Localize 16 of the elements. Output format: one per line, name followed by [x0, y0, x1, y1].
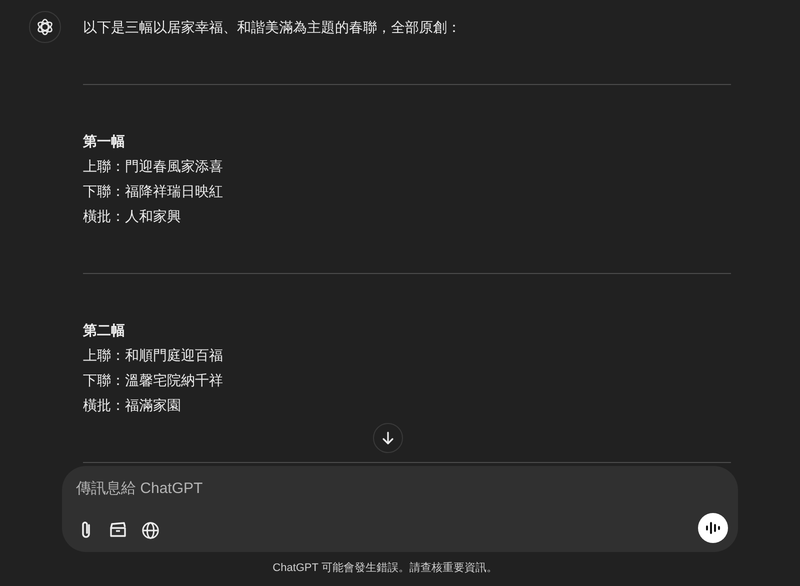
voice-mode-button[interactable]	[698, 513, 728, 543]
message-text: 以下是三幅以居家幸福、和諧美滿為主題的春聯，全部原創：	[83, 18, 462, 37]
scroll-down-button[interactable]	[373, 423, 403, 453]
message-input[interactable]: 傳訊息給 ChatGPT	[76, 476, 636, 500]
section-title: 第二幅	[83, 321, 126, 340]
couplet-line: 上聯：和順門庭迎百福	[83, 346, 224, 365]
couplet-line: 橫批：福滿家園	[83, 396, 182, 415]
waveform-icon	[705, 521, 721, 535]
arrow-down-icon	[381, 431, 395, 445]
disclaimer-text: ChatGPT 可能會發生錯誤。請查核重要資訊。	[272, 561, 498, 576]
couplet-line: 下聯：福降祥瑞日映紅	[83, 182, 224, 201]
couplet-line: 上聯：門迎春風家添喜	[83, 157, 224, 176]
section-title: 第一幅	[83, 132, 126, 151]
couplet-line: 下聯：溫馨宅院納千祥	[83, 371, 224, 390]
logo-icon	[35, 17, 55, 37]
couplet-line: 橫批：人和家興	[83, 207, 182, 226]
